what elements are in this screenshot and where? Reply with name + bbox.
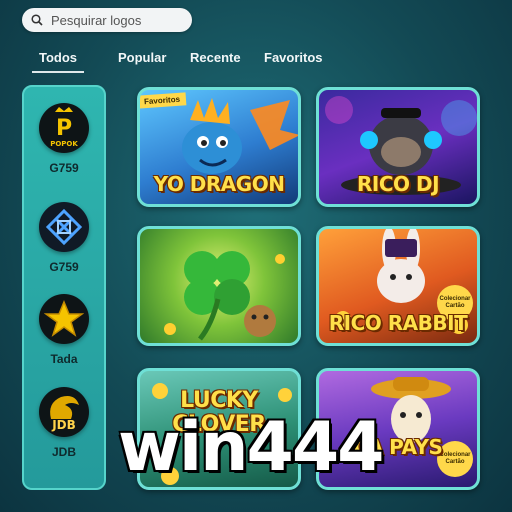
tab-favoritos[interactable]: Favoritos	[264, 50, 323, 65]
tab-recente[interactable]: Recente	[190, 50, 241, 65]
dragon-logo-icon: JDB	[39, 387, 89, 437]
provider-label: JDB	[51, 445, 76, 459]
provider-sidebar: P POPOK G759 G759 Tada JDB JDB	[22, 85, 106, 490]
watermark-text: win444	[118, 408, 384, 487]
search-icon	[31, 14, 43, 26]
knot-logo-icon	[39, 202, 89, 252]
svg-text:POPOK: POPOK	[50, 140, 78, 148]
tab-todos[interactable]: Todos	[32, 50, 84, 73]
svg-text:JDB: JDB	[51, 418, 76, 432]
game-card-rico-dj[interactable]: RICO DJ	[316, 87, 480, 207]
provider-item-jdb[interactable]: JDB JDB	[24, 387, 104, 459]
provider-item-g759[interactable]: G759	[24, 202, 104, 274]
tab-popular[interactable]: Popular	[118, 50, 166, 65]
provider-label: G759	[49, 161, 79, 175]
svg-text:P: P	[56, 116, 72, 141]
game-title: RICO RABBIT	[328, 311, 468, 335]
popok-logo-icon: P POPOK	[39, 103, 89, 153]
game-card-clover[interactable]	[137, 226, 301, 346]
game-card-rico-rabbit[interactable]: Colecionar Cartão RICO RABBIT	[316, 226, 480, 346]
clover-art-icon	[164, 251, 285, 341]
provider-label: G759	[49, 260, 79, 274]
game-title: YO DRAGON	[153, 172, 285, 196]
game-card-yo-dragon[interactable]: Favoritos YO DRAGON	[137, 87, 301, 207]
provider-item-tada[interactable]: Tada	[24, 294, 104, 366]
game-title: RICO DJ	[356, 172, 440, 196]
search-bar[interactable]	[22, 8, 192, 32]
provider-label: Tada	[50, 352, 78, 366]
star-logo-icon	[39, 294, 89, 344]
provider-item-popok[interactable]: P POPOK G759	[24, 103, 104, 175]
search-input[interactable]	[49, 11, 183, 29]
